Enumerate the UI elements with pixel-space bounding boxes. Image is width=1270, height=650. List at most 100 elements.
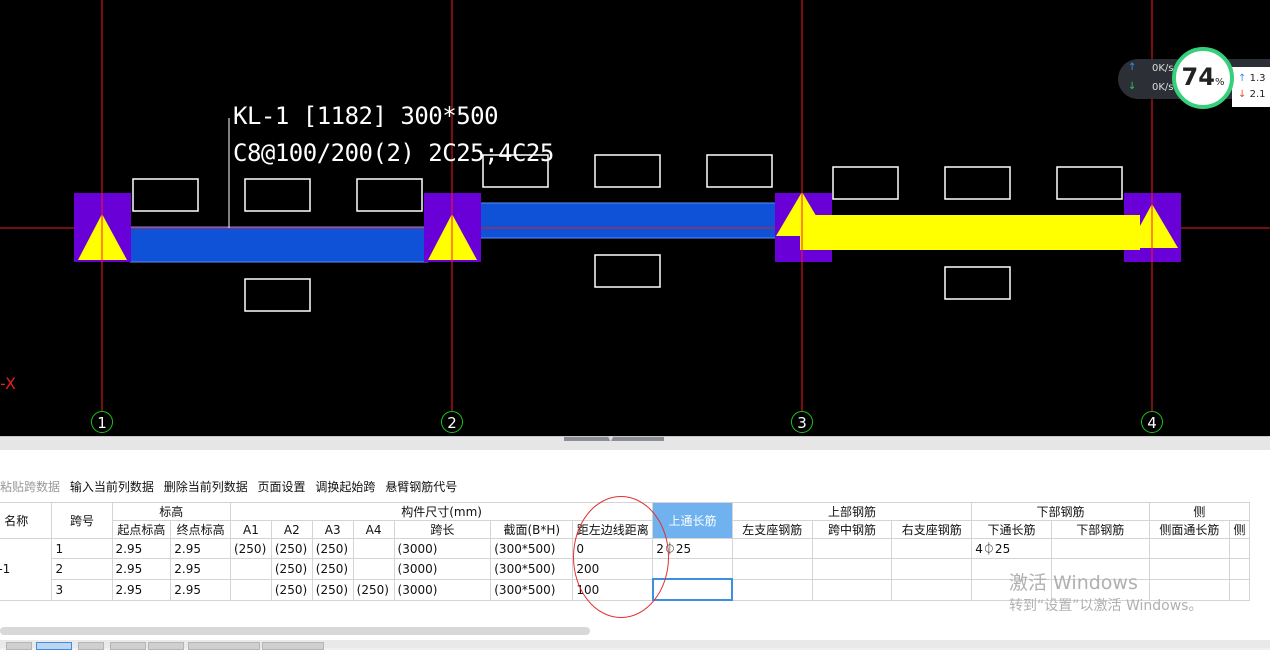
beam-drawing bbox=[0, 0, 1270, 411]
annotation-box bbox=[1056, 166, 1123, 200]
col-a2: A2 bbox=[270, 520, 313, 539]
annotation-box bbox=[132, 178, 199, 212]
input-column-button[interactable]: 输入当前列数据 bbox=[70, 480, 154, 494]
cell-a3[interactable]: (250) bbox=[311, 578, 354, 601]
col-bottom-rebar: 下部钢筋 bbox=[971, 502, 1150, 521]
cell-span[interactable]: 1 bbox=[51, 538, 113, 559]
x-axis-label: -X bbox=[0, 374, 16, 393]
bottom-tab-active[interactable] bbox=[36, 642, 72, 650]
cell-span-length[interactable]: (3000) bbox=[393, 578, 492, 601]
cell-a2[interactable]: (250) bbox=[270, 578, 313, 601]
up-arrow-icon: ↑ bbox=[1238, 73, 1247, 84]
cell-section[interactable]: (300*500) bbox=[490, 578, 574, 601]
col-right-support: 右支座钢筋 bbox=[891, 520, 973, 539]
cell-end-elev[interactable]: 2.95 bbox=[170, 538, 231, 559]
panel-splitter[interactable]: ▼ bbox=[0, 435, 1270, 451]
cell-left-support[interactable] bbox=[731, 538, 813, 559]
annotation-box bbox=[244, 178, 311, 212]
side-up-value: 1.3 bbox=[1249, 73, 1266, 84]
annotation-box bbox=[594, 254, 661, 288]
swap-start-span-button[interactable]: 调换起始跨 bbox=[315, 480, 375, 494]
cell-left-support[interactable] bbox=[731, 558, 813, 580]
page-setup-button[interactable]: 页面设置 bbox=[258, 480, 306, 494]
speed-widget-side: ↑ 1.3 ↓ 2.1 bbox=[1232, 67, 1270, 107]
col-bottom-through: 下通长筋 bbox=[971, 520, 1052, 539]
cantilever-code-button[interactable]: 悬臂钢筋代号 bbox=[385, 480, 457, 494]
annotation-box bbox=[706, 154, 773, 188]
axis-marker-3: 3 bbox=[791, 411, 813, 433]
cell-mid-span[interactable] bbox=[811, 578, 893, 601]
cell-end-elev[interactable]: 2.95 bbox=[170, 558, 231, 580]
side-down-value: 2.1 bbox=[1249, 89, 1266, 100]
cell-right-support[interactable] bbox=[891, 558, 973, 580]
axis-marker-4: 4 bbox=[1141, 411, 1163, 433]
col-a4: A4 bbox=[352, 520, 395, 539]
paste-span-button[interactable]: 粘贴跨数据 bbox=[0, 480, 60, 494]
horizontal-scrollbar[interactable] bbox=[0, 627, 590, 635]
annotation-box bbox=[944, 266, 1011, 300]
annotation-box bbox=[944, 166, 1011, 200]
cell-bottom[interactable] bbox=[1050, 538, 1150, 559]
cell-right-support[interactable] bbox=[891, 538, 973, 559]
bottom-tab[interactable] bbox=[6, 642, 32, 650]
beam-span-1 bbox=[129, 226, 429, 263]
cell-section[interactable]: (300*500) bbox=[490, 538, 574, 559]
bottom-tab[interactable] bbox=[78, 642, 104, 650]
beam-label-rebar: C8@100/200(2) 2C25;4C25 bbox=[233, 139, 554, 167]
cell-side-through[interactable] bbox=[1148, 558, 1230, 580]
cell-right-support[interactable] bbox=[891, 578, 973, 601]
cell-span[interactable]: 3 bbox=[51, 578, 113, 601]
cell-a4[interactable]: (250) bbox=[352, 578, 395, 601]
col-end-elev: 终点标高 bbox=[170, 520, 231, 539]
cell-mid-span[interactable] bbox=[811, 558, 893, 580]
cell-side-through[interactable] bbox=[1148, 538, 1230, 559]
cell-a1[interactable] bbox=[229, 578, 272, 601]
table-toolbar: 粘贴跨数据 输入当前列数据 删除当前列数据 页面设置 调换起始跨 悬臂钢筋代号 bbox=[0, 478, 463, 498]
cell-start-elev[interactable]: 2.95 bbox=[111, 578, 172, 601]
cell-side-more[interactable] bbox=[1228, 578, 1251, 601]
cell-end-elev[interactable]: 2.95 bbox=[170, 578, 231, 601]
cell-mid-span[interactable] bbox=[811, 538, 893, 559]
cell-a3[interactable]: (250) bbox=[311, 538, 354, 559]
cell-a1[interactable] bbox=[229, 558, 272, 580]
activate-windows-title: 激活 Windows bbox=[1009, 572, 1138, 594]
annotation-box bbox=[594, 154, 661, 188]
col-side: 侧 bbox=[1148, 502, 1251, 521]
delete-column-button[interactable]: 删除当前列数据 bbox=[164, 480, 248, 494]
cell-left-support[interactable] bbox=[731, 578, 813, 601]
download-speed: 0K/s bbox=[1152, 82, 1174, 93]
cell-a2[interactable]: (250) bbox=[270, 558, 313, 580]
chevron-down-icon: ▼ bbox=[608, 435, 614, 443]
upload-arrow-icon: ↑ bbox=[1128, 62, 1137, 73]
col-top-rebar: 上部钢筋 bbox=[731, 502, 973, 521]
memory-gauge[interactable]: 74% bbox=[1172, 47, 1234, 109]
cell-section[interactable]: (300*500) bbox=[490, 558, 574, 580]
cell-bottom-through[interactable]: 4⏀25 bbox=[971, 538, 1052, 559]
cell-a4[interactable] bbox=[352, 538, 395, 559]
cell-side-more[interactable] bbox=[1228, 538, 1251, 559]
cell-span-length[interactable]: (3000) bbox=[393, 538, 492, 559]
cell-a3[interactable]: (250) bbox=[311, 558, 354, 580]
annotation-box bbox=[244, 278, 311, 312]
col-a1: A1 bbox=[229, 520, 272, 539]
bottom-tab[interactable] bbox=[262, 642, 324, 650]
cell-side-more[interactable] bbox=[1228, 558, 1251, 580]
col-left-support: 左支座钢筋 bbox=[731, 520, 813, 539]
cell-name[interactable]: KL-1 bbox=[0, 538, 53, 601]
cell-a2[interactable]: (250) bbox=[270, 538, 313, 559]
cell-span[interactable]: 2 bbox=[51, 558, 113, 580]
cell-span-length[interactable]: (3000) bbox=[393, 558, 492, 580]
annotation-box bbox=[356, 178, 423, 212]
down-arrow-icon: ↓ bbox=[1238, 89, 1247, 100]
cell-start-elev[interactable]: 2.95 bbox=[111, 558, 172, 580]
bottom-tab[interactable] bbox=[110, 642, 146, 650]
cad-drawing-canvas[interactable]: KL-1 [1182] 300*500 C8@100/200(2) 2C25;4… bbox=[0, 0, 1270, 436]
cell-a1[interactable]: (250) bbox=[229, 538, 272, 559]
splitter-grip[interactable]: ▼ bbox=[564, 435, 664, 443]
cell-start-elev[interactable]: 2.95 bbox=[111, 538, 172, 559]
col-side-more: 侧 bbox=[1228, 520, 1251, 539]
beam-label-name: KL-1 [1182] 300*500 bbox=[233, 102, 499, 130]
cell-a4[interactable] bbox=[352, 558, 395, 580]
bottom-tab[interactable] bbox=[188, 642, 260, 650]
bottom-tab[interactable] bbox=[148, 642, 184, 650]
